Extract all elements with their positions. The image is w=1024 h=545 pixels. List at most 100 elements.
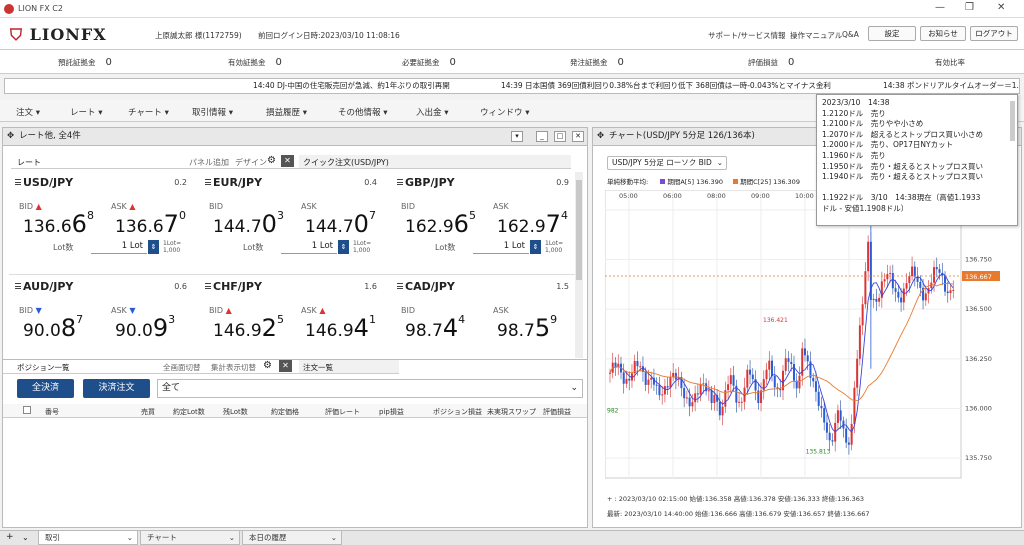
gear-icon[interactable]: ⚙ [267, 155, 276, 166]
settle-order-button[interactable]: 決済注文 [83, 379, 150, 398]
rate-card-eur-jpy[interactable]: EUR/JPY 0.4 BID ASK 144.703 144.707 Lot数 1 Lo… [201, 174, 387, 274]
gear-icon[interactable]: ⚙ [263, 360, 272, 371]
qa-link[interactable]: Q&A [842, 30, 859, 39]
ask-price[interactable]: 144.707 [305, 209, 376, 238]
tooltip-line: 1.1950ドル 売り・超えるとストップロス買い [822, 161, 984, 171]
rate-card-usd-jpy[interactable]: USD/JPY 0.2 BID ▲ ASK ▲ 136.668 136.670 Lot数 1 … [11, 174, 197, 274]
ask-price[interactable]: 98.759 [497, 313, 557, 342]
menu-order[interactable]: 注文 ▾ [16, 106, 40, 118]
menu-trade-info[interactable]: 取引情報 ▾ [192, 106, 233, 118]
ticker-item[interactable]: 14:38 ポンドリアルタイムオーダー＝1.1940ドル [883, 79, 1019, 93]
menu-pl-history[interactable]: 損益履歴 ▾ [266, 106, 307, 118]
bid-price[interactable]: 98.744 [405, 313, 465, 342]
minimize-button[interactable]: — [935, 2, 945, 13]
rate-scrollbar[interactable] [575, 172, 583, 358]
lot-input[interactable]: 1 Lot [91, 240, 147, 254]
panel-close-button[interactable]: ✕ [572, 131, 584, 142]
drag-handle-icon[interactable] [15, 283, 21, 289]
bid-price[interactable]: 146.925 [213, 313, 284, 342]
maximize-button[interactable]: ❐ [965, 2, 974, 13]
settle-all-button[interactable]: 全決済 [17, 379, 74, 398]
menu-chart[interactable]: チャート ▾ [128, 106, 169, 118]
lot-input[interactable]: 1 Lot [281, 240, 337, 254]
panel-minimize-button[interactable]: _ [536, 131, 548, 142]
drag-handle-icon[interactable] [205, 179, 211, 185]
menu-rate[interactable]: レート ▾ [70, 106, 102, 118]
panel-menu-button[interactable]: ▾ [511, 131, 523, 142]
candle-body [768, 360, 771, 370]
settings-button[interactable]: 設定 [868, 26, 916, 41]
drag-handle-icon[interactable] [397, 179, 403, 185]
x-tick-label: 05:00 [619, 192, 638, 200]
col-remain-lot[interactable]: 残Lot数 [223, 407, 248, 417]
chart-panel-title: チャート(USD/JPY 5分足 126/136本) [609, 131, 755, 141]
bottom-tab-history[interactable]: 本日の履歴 ⌄ [242, 530, 342, 545]
col-swap[interactable]: 未実現スワップ [487, 407, 536, 417]
drag-handle-icon[interactable] [15, 179, 21, 185]
filter-value: 全て [162, 383, 181, 393]
col-valuation[interactable]: 評価損益 [543, 407, 571, 417]
menu-other-info[interactable]: その他情報 ▾ [338, 106, 387, 118]
chart-selector[interactable]: USD/JPY 5分足 ローソク BID ⌄ [607, 156, 727, 170]
currency-pair: USD/JPY [23, 176, 74, 189]
add-tab-icon[interactable]: + [6, 532, 14, 542]
support-link[interactable]: サポート/サービス情報 [708, 30, 786, 41]
bid-price[interactable]: 162.965 [405, 209, 476, 238]
x-tick-label: 06:00 [663, 192, 682, 200]
fullscreen-toggle[interactable]: 全画面切替 [163, 362, 201, 373]
news-button[interactable]: お知らせ [920, 26, 966, 41]
ask-price[interactable]: 146.941 [305, 313, 376, 342]
col-position-pl[interactable]: ポジション損益 [433, 407, 482, 417]
ask-price[interactable]: 162.974 [497, 209, 568, 238]
lot-input[interactable]: 1 Lot [473, 240, 529, 254]
drag-handle-icon[interactable] [397, 283, 403, 289]
col-exec-lot[interactable]: 約定Lot数 [173, 407, 205, 417]
drag-handle-icon[interactable] [205, 283, 211, 289]
ticker-item[interactable]: 14:40 DJ-中国の住宅販売回が急減、約1年ぶりの取引再開 [253, 79, 450, 93]
move-icon[interactable]: ✥ [7, 128, 14, 145]
panel-add-link[interactable]: パネル追加 [189, 157, 229, 168]
design-link[interactable]: デザイン [235, 157, 267, 168]
candle-body [935, 267, 938, 270]
col-side[interactable]: 売買 [141, 407, 155, 417]
order-list-tab[interactable]: 注文一覧 [299, 360, 399, 374]
candle-body [779, 388, 782, 391]
select-all-checkbox[interactable] [23, 406, 31, 414]
manual-link[interactable]: 操作マニュアル [790, 30, 842, 41]
bid-price[interactable]: 136.668 [23, 209, 94, 238]
menu-deposit[interactable]: 入出金 ▾ [416, 106, 448, 118]
tooltip-scrollbar[interactable] [1010, 101, 1015, 141]
ask-price[interactable]: 90.093 [115, 313, 175, 342]
close-icon[interactable]: ✕ [281, 155, 294, 167]
chevron-down-icon[interactable]: ⌄ [22, 533, 29, 542]
candle-body [661, 394, 664, 396]
candlestick-chart[interactable]: 05:0006:0008:0009:0010:0011:00137.000136… [605, 190, 1017, 490]
lot-stepper[interactable]: ⇕ [338, 240, 349, 254]
move-icon[interactable]: ✥ [597, 128, 604, 145]
lot-stepper[interactable]: ⇕ [530, 240, 541, 254]
bid-price[interactable]: 90.087 [23, 313, 83, 342]
candle-body [721, 406, 724, 416]
close-icon[interactable]: ✕ [279, 360, 292, 372]
ticker-item[interactable]: 14:39 日本国債 369回債利回り0.38%台まで利回り低下 368回債は一… [501, 79, 831, 93]
close-button[interactable]: ✕ [997, 2, 1005, 13]
position-tab[interactable]: ポジション一覧 全画面切替 集計表示切替 ⚙ ✕ [3, 360, 299, 374]
filter-select[interactable]: 全て ⌄ [157, 379, 583, 398]
lot-stepper[interactable]: ⇕ [148, 240, 159, 254]
quick-order-tab[interactable]: クイック注文(USD/JPY) [299, 155, 571, 169]
news-ticker[interactable]: 14:40 DJ-中国の住宅販売回が急減、約1年ぶりの取引再開 14:39 日本… [4, 78, 1020, 94]
menu-window[interactable]: ウィンドウ ▾ [480, 106, 529, 118]
bottom-tab-chart[interactable]: チャート ⌄ [140, 530, 240, 545]
summary-toggle[interactable]: 集計表示切替 [211, 362, 256, 373]
rate-card-gbp-jpy[interactable]: GBP/JPY 0.9 BID ASK 162.965 162.974 Lot数 1 Lo… [393, 174, 579, 274]
panel-maximize-button[interactable]: □ [554, 131, 566, 142]
bottom-tab-trade[interactable]: 取引 ⌄ [38, 530, 138, 545]
rate-tab[interactable]: レート パネル追加 デザイン ⚙ ✕ [11, 155, 299, 169]
col-pip-pl[interactable]: pip損益 [379, 407, 404, 417]
logout-button[interactable]: ログアウト [970, 26, 1018, 41]
col-number[interactable]: 番号 [45, 407, 59, 417]
bid-price[interactable]: 144.703 [213, 209, 284, 238]
col-rate[interactable]: 評価レート [325, 407, 360, 417]
ask-price[interactable]: 136.670 [115, 209, 186, 238]
col-exec-price[interactable]: 約定価格 [271, 407, 299, 417]
